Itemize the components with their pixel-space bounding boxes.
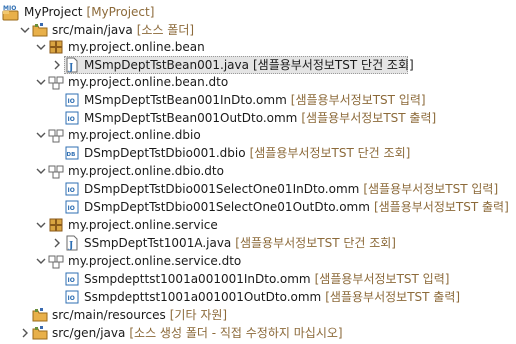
chevron-down-icon[interactable] [34,162,48,180]
file-dbio-decoration: [샘플용부서정보TST 단건 조회] [249,146,411,160]
chevron-right-icon[interactable] [18,324,32,342]
svg-text:IO: IO [68,116,75,123]
tree-item-package-dbio[interactable]: my.project.online.dbio [34,126,201,144]
package-icon [48,74,64,90]
tree-item-project[interactable]: MIO MyProject [MyProject] [2,3,154,21]
src-main-java-label: src/main/java [52,23,133,37]
file-dbio-label: DSmpDeptTstDbio001.dbio [84,146,246,160]
omm-file-icon: IO [64,199,80,215]
package-service-dto-label: my.project.online.service.dto [68,254,242,268]
tree-item-src-main-resources[interactable]: src/main/resources [기타 자원] [32,306,227,324]
tree-item-package-service-dto[interactable]: my.project.online.service.dto [34,252,241,270]
project-icon: MIO [2,3,20,21]
source-folder-icon [32,325,48,341]
file-bean-in-dto-decoration: [샘플용부서정보TST 입력] [290,93,426,107]
package-bean-label: my.project.online.bean [68,40,205,54]
folder-icon [32,307,48,323]
tree-item-file-dbio[interactable]: DB DSmpDeptTstDbio001.dbio [샘플용부서정보TST 단… [64,144,410,162]
project-explorer-tree: MIO MyProject [MyProject] src/main/java … [0,0,516,344]
tree-item-file-dbio-in-dto[interactable]: IO DSmpDeptTstDbio001SelectOne01InDto.om… [64,180,498,198]
project-label: MyProject [24,5,83,19]
tree-item-src-main-java[interactable]: src/main/java [소스 폴더] [18,21,194,39]
src-main-java-decoration: [소스 폴더] [136,23,195,37]
tree-item-src-gen-java[interactable]: src/gen/java [소스 생성 폴더 - 직접 수정하지 마십시오] [18,324,343,342]
file-bean-out-dto-decoration: [샘플용부서정보TST 출력] [301,111,437,125]
source-folder-icon [32,22,48,38]
file-service-java-decoration: [샘플용부서정보TST 단건 조회] [235,236,396,250]
tree-item-package-dbio-dto[interactable]: my.project.online.dbio.dto [34,162,224,180]
file-dbio-out-dto-label: DSmpDeptTstDbio001SelectOne01OutDto.omm [84,200,370,214]
chevron-down-icon[interactable] [34,38,48,56]
tree-item-package-service[interactable]: my.project.online.service [34,216,218,234]
java-file-icon: J [64,57,80,73]
file-dbio-in-dto-decoration: [샘플용부서정보TST 입력] [363,182,499,196]
svg-text:IO: IO [68,187,75,194]
file-dbio-out-dto-decoration: [샘플용부서정보TST 출력] [373,200,509,214]
chevron-down-icon[interactable] [18,21,32,39]
file-service-out-dto-decoration: [샘플용부서정보TST 출력] [325,290,461,304]
chevron-down-icon[interactable] [34,73,48,91]
file-service-out-dto-label: Ssmpdepttst1001a001001OutDto.omm [84,290,322,304]
file-dbio-in-dto-label: DSmpDeptTstDbio001SelectOne01InDto.omm [84,182,360,196]
omm-file-icon: IO [64,92,80,108]
java-file-icon: J [64,235,80,251]
file-service-java-label: SSmpDeptTst1001A.java [84,236,232,250]
svg-text:IO: IO [68,98,75,105]
src-gen-java-decoration: [소스 생성 폴더 - 직접 수정하지 마십시오] [129,326,343,340]
tree-item-file-service-java[interactable]: J SSmpDeptTst1001A.java [샘플용부서정보TST 단건 조… [50,234,396,252]
package-bean-dto-label: my.project.online.bean.dto [68,75,229,89]
chevron-down-icon[interactable] [34,252,48,270]
tree-item-file-bean-in-dto[interactable]: IO MSmpDeptTstBean001InDto.omm [샘플용부서정보T… [64,91,426,109]
chevron-down-icon[interactable] [34,216,48,234]
omm-file-icon: IO [64,271,80,287]
svg-text:J: J [68,241,73,251]
src-main-resources-decoration: [기타 자원] [169,308,228,322]
package-icon [48,127,64,143]
svg-text:IO: IO [68,205,75,212]
chevron-down-icon[interactable] [34,126,48,144]
svg-text:IO: IO [68,277,75,284]
tree-item-package-bean[interactable]: my.project.online.bean [34,38,205,56]
dbio-file-icon: DB [64,145,80,161]
file-service-in-dto-decoration: [샘플용부서정보TST 입력] [314,272,450,286]
package-dbio-label: my.project.online.dbio [68,128,201,142]
tree-item-file-service-in-dto[interactable]: IO Ssmpdepttst1001a001001InDto.omm [샘플용부… [64,270,449,288]
package-icon [48,39,64,55]
file-bean-out-dto-label: MSmpDeptTstBean001OutDto.omm [84,111,298,125]
tree-item-file-dbio-out-dto[interactable]: IO DSmpDeptTstDbio001SelectOne01OutDto.o… [64,198,509,216]
package-service-label: my.project.online.service [68,218,218,232]
svg-text:DB: DB [67,152,76,158]
package-icon [48,253,64,269]
omm-file-icon: IO [64,181,80,197]
package-icon [48,163,64,179]
file-bean-java-label: MSmpDeptTstBean001.java [84,58,249,72]
omm-file-icon: IO [64,110,80,126]
tree-item-package-bean-dto[interactable]: my.project.online.bean.dto [34,73,228,91]
file-service-in-dto-label: Ssmpdepttst1001a001001InDto.omm [84,272,311,286]
chevron-right-icon[interactable] [50,234,64,252]
project-decoration: [MyProject] [86,5,155,19]
package-dbio-dto-label: my.project.online.dbio.dto [68,164,224,178]
tree-item-file-bean-out-dto[interactable]: IO MSmpDeptTstBean001OutDto.omm [샘플용부서정보… [64,109,436,127]
omm-file-icon: IO [64,289,80,305]
tree-item-file-bean-java[interactable]: J MSmpDeptTstBean001.java [샘플용부서정보TST 단건… [50,56,414,74]
file-bean-java-decoration: [샘플용부서정보TST 단건 조회] [252,58,414,72]
src-gen-java-label: src/gen/java [52,326,126,340]
chevron-right-icon[interactable] [50,56,64,74]
tree-item-file-service-out-dto[interactable]: IO Ssmpdepttst1001a001001OutDto.omm [샘플용… [64,288,460,306]
svg-text:IO: IO [68,295,75,302]
src-main-resources-label: src/main/resources [52,308,166,322]
package-icon [48,217,64,233]
file-bean-in-dto-label: MSmpDeptTstBean001InDto.omm [84,93,287,107]
svg-text:J: J [68,63,73,73]
